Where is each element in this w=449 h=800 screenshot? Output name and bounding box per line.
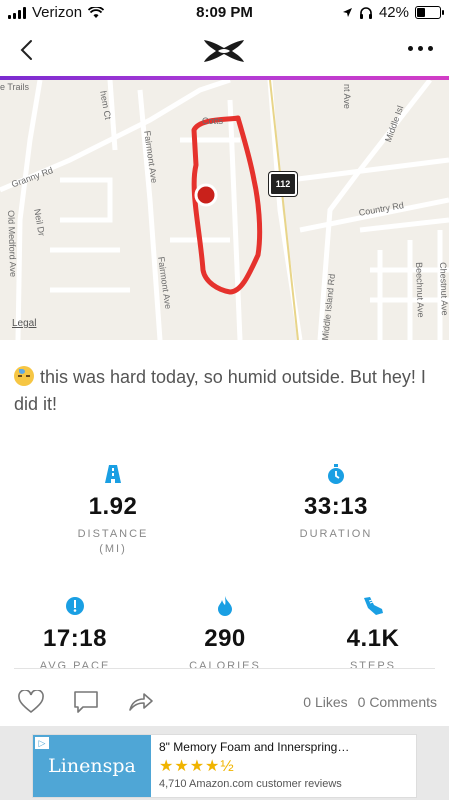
caption-text: this was hard today, so humid outside. B… — [14, 367, 426, 414]
headphones-icon — [359, 6, 372, 19]
map-label: Beechnut Ave — [414, 262, 426, 318]
ad-reviews: 4,710 Amazon.com customer reviews — [159, 778, 342, 790]
stat-calories: 290 CALORIES — [165, 595, 285, 674]
likes-count-link[interactable]: 0 Likes — [303, 694, 347, 710]
calories-label: CALORIES — [189, 660, 261, 672]
heart-like-icon[interactable] — [18, 690, 44, 714]
battery-icon — [415, 6, 444, 19]
map-legal-link[interactable]: Legal — [12, 318, 36, 329]
map-label: Cotts — [202, 116, 224, 126]
steps-value: 4.1K — [346, 625, 400, 652]
pace-gauge-icon — [66, 597, 84, 615]
route-map[interactable]: e Trails hem Ct Granny Rd Old Medford Av… — [0, 80, 449, 340]
stopwatch-icon — [328, 464, 344, 484]
distance-label: DISTANCE — [77, 528, 149, 540]
ad-banner[interactable]: Linenspa ▷ 8" Memory Foam and Innersprin… — [32, 734, 417, 798]
ad-brand-logo: Linenspa — [33, 735, 151, 797]
avg-pace-label: AVG PACE — [39, 660, 111, 672]
distance-unit: (MI) — [99, 543, 127, 555]
sweat-emoji-icon — [14, 366, 34, 386]
social-counts: 0 Likes 0 Comments — [293, 694, 437, 710]
map-label: nt Ave — [342, 84, 352, 109]
workout-caption: this was hard today, so humid outside. B… — [14, 364, 439, 418]
under-armour-logo — [204, 40, 244, 62]
map-label: Chestnut Ave — [438, 262, 449, 316]
comments-count-link[interactable]: 0 Comments — [358, 694, 437, 710]
status-right-group: 42% — [342, 4, 444, 21]
ad-title: 8" Memory Foam and Innerspring… — [159, 740, 350, 754]
social-actions-bar: 0 Likes 0 Comments — [0, 684, 449, 722]
ad-banner-container: Linenspa ▷ 8" Memory Foam and Innersprin… — [0, 726, 449, 800]
route-shield: 112 — [269, 172, 297, 196]
stats-divider — [14, 668, 435, 669]
battery-percent: 42% — [378, 4, 409, 21]
back-chevron-icon[interactable] — [14, 36, 42, 64]
comment-icon[interactable] — [73, 690, 99, 714]
location-arrow-icon — [342, 8, 352, 17]
distance-value: 1.92 — [88, 493, 138, 520]
duration-label: DURATION — [299, 528, 373, 540]
status-bar: Verizon 8:09 PM 42% — [0, 0, 449, 26]
adchoices-icon[interactable]: ▷ — [35, 737, 49, 749]
calories-value: 290 — [204, 625, 246, 652]
stat-distance: 1.92 DISTANCE (MI) — [53, 463, 173, 557]
shoe-icon — [364, 597, 383, 615]
start-marker — [194, 183, 218, 207]
steps-label: STEPS — [349, 660, 397, 672]
more-options-button[interactable] — [408, 46, 433, 51]
stat-steps: 4.1K STEPS — [313, 595, 433, 674]
road-icon — [105, 465, 121, 483]
stat-avg-pace: 17:18 AVG PACE — [15, 595, 135, 674]
avg-pace-value: 17:18 — [43, 625, 107, 652]
share-icon[interactable] — [128, 690, 154, 714]
duration-value: 33:13 — [304, 493, 368, 520]
top-nav — [0, 26, 449, 76]
ad-rating-stars: ★★★★½ — [159, 758, 235, 775]
map-label: e Trails — [0, 82, 30, 92]
flame-icon — [218, 596, 232, 616]
stat-duration: 33:13 DURATION — [276, 463, 396, 542]
